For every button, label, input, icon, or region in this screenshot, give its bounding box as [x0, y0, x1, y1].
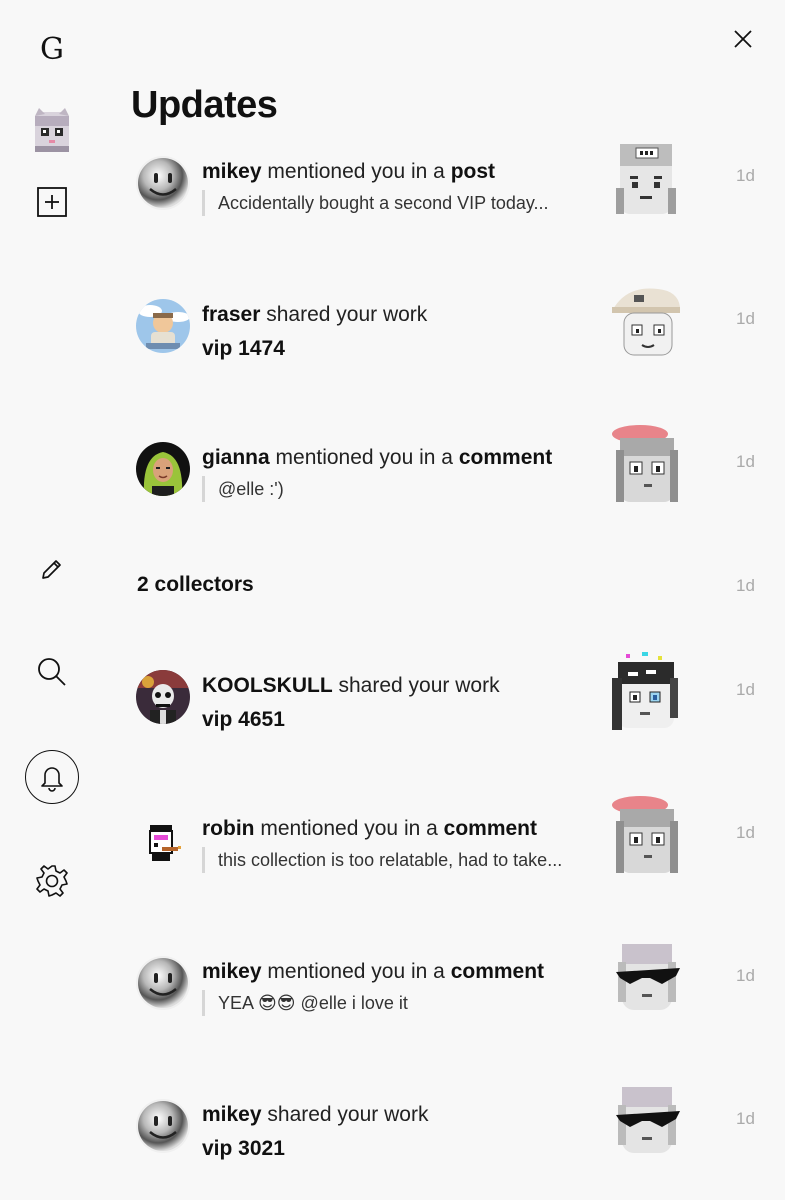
quote-preview: @elle :') — [202, 476, 284, 502]
username[interactable]: mikey — [202, 160, 262, 183]
sidebar: G — [0, 0, 105, 1200]
work-link[interactable]: vip 1474 — [202, 337, 285, 361]
work-thumbnail[interactable] — [606, 424, 686, 508]
username[interactable]: mikey — [202, 960, 262, 983]
notification-item[interactable]: robin mentioned you in a comment this co… — [120, 796, 780, 913]
target-link[interactable]: comment — [444, 817, 537, 840]
action-text: shared your work — [338, 674, 500, 697]
pencil-icon — [42, 560, 61, 579]
notification-item[interactable]: KOOLSKULL shared your work vip 4651 1d — [120, 652, 780, 770]
avatar[interactable] — [136, 1099, 190, 1153]
action-text: mentioned you in a — [267, 160, 445, 183]
search-button[interactable] — [36, 656, 68, 688]
avatar[interactable] — [136, 442, 190, 496]
timestamp: 1d — [736, 576, 755, 595]
action-text: mentioned you in a — [275, 446, 453, 469]
work-thumbnail[interactable] — [606, 138, 686, 222]
notifications-button[interactable] — [25, 750, 79, 804]
target-link[interactable]: comment — [459, 446, 552, 469]
create-button[interactable] — [37, 187, 67, 217]
work-thumbnail[interactable] — [606, 652, 686, 736]
action-text: mentioned you in a — [267, 960, 445, 983]
avatar[interactable] — [136, 813, 190, 867]
quote-preview: YEA 😎😎 @elle i love it — [202, 990, 408, 1016]
profile-avatar[interactable] — [29, 106, 75, 156]
username[interactable]: mikey — [202, 1103, 262, 1126]
timestamp: 1d — [736, 166, 755, 185]
notification-item[interactable]: mikey mentioned you in a comment YEA 😎😎 … — [120, 944, 780, 1056]
close-button[interactable] — [728, 24, 758, 54]
target-link[interactable]: comment — [451, 960, 544, 983]
work-link[interactable]: vip 3021 — [202, 1137, 285, 1161]
action-text: shared your work — [266, 303, 428, 326]
timestamp: 1d — [736, 1109, 755, 1128]
work-thumbnail[interactable] — [606, 795, 686, 879]
username[interactable]: robin — [202, 817, 255, 840]
work-thumbnail[interactable] — [606, 938, 686, 1022]
avatar[interactable] — [136, 670, 190, 724]
page-title: Updates — [131, 84, 278, 126]
notification-item[interactable]: mikey shared your work vip 3021 1d — [120, 1087, 780, 1199]
avatar[interactable] — [136, 956, 190, 1010]
timestamp: 1d — [736, 309, 755, 328]
quote-preview: this collection is too relatable, had to… — [202, 847, 562, 873]
action-text: mentioned you in a — [260, 817, 438, 840]
search-icon — [38, 658, 66, 686]
app-logo[interactable]: G — [32, 28, 72, 70]
close-icon — [734, 30, 752, 48]
write-button[interactable] — [38, 555, 66, 583]
collectors-summary[interactable]: 2 collectors — [137, 573, 254, 597]
action-text: shared your work — [267, 1103, 429, 1126]
work-thumbnail[interactable] — [606, 1081, 686, 1165]
avatar[interactable] — [136, 299, 190, 353]
notification-item[interactable]: fraser shared your work vip 1474 1d — [120, 288, 780, 399]
notification-item[interactable]: gianna mentioned you in a comment @elle … — [120, 425, 780, 542]
work-link[interactable]: vip 4651 — [202, 708, 285, 732]
bell-icon — [41, 767, 63, 792]
timestamp: 1d — [736, 680, 755, 699]
plus-square-icon — [37, 187, 67, 217]
timestamp: 1d — [736, 452, 755, 471]
username[interactable]: fraser — [202, 303, 260, 326]
notification-item[interactable]: mikey mentioned you in a post Accidental… — [120, 144, 780, 256]
username[interactable]: KOOLSKULL — [202, 674, 333, 697]
quote-preview: Accidentally bought a second VIP today..… — [202, 190, 549, 216]
timestamp: 1d — [736, 966, 755, 985]
work-thumbnail[interactable] — [606, 281, 686, 365]
timestamp: 1d — [736, 823, 755, 842]
target-link[interactable]: post — [451, 160, 495, 183]
username[interactable]: gianna — [202, 446, 270, 469]
settings-button[interactable] — [33, 862, 71, 900]
gear-icon — [36, 865, 68, 897]
avatar[interactable] — [136, 156, 190, 210]
